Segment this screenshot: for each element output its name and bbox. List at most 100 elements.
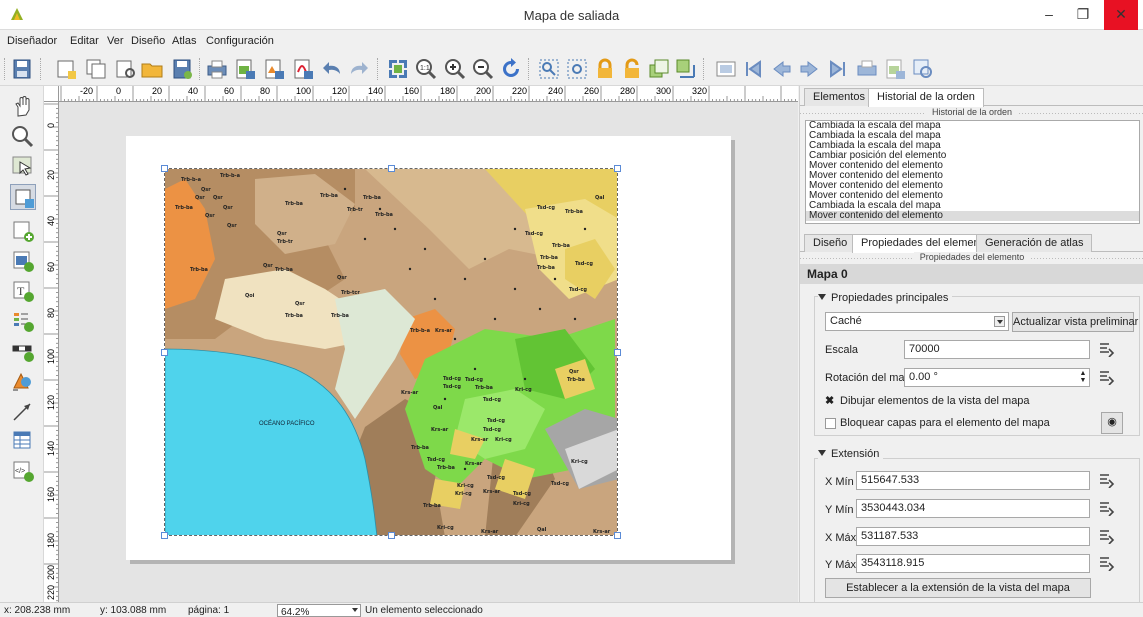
unlock-icon[interactable] <box>620 57 644 81</box>
eye-icon[interactable]: ◉ <box>1101 412 1123 434</box>
ymax-input[interactable]: 3543118.915 <box>856 554 1090 573</box>
data-defined-icon[interactable] <box>1097 500 1115 516</box>
composer-canvas[interactable]: Trb-b-a Trb-b-a Qsr Qsr Qsr Qsr Trb-ba Q… <box>59 102 798 602</box>
resize-handle[interactable] <box>388 532 395 539</box>
add-table-icon[interactable] <box>10 428 36 454</box>
undo-icon[interactable] <box>320 57 344 81</box>
extent-title[interactable]: Extensión <box>818 448 884 460</box>
ungroup-items-icon[interactable] <box>565 57 589 81</box>
zoom-out-icon[interactable] <box>471 57 495 81</box>
prev-feature-icon[interactable] <box>770 57 794 81</box>
resize-handle[interactable] <box>614 165 621 172</box>
export-pdf-icon[interactable] <box>291 57 315 81</box>
rotation-input[interactable]: 0.00 ° <box>904 368 1090 387</box>
add-map-icon[interactable] <box>10 218 36 244</box>
data-defined-icon[interactable] <box>1097 528 1115 544</box>
tab-historial[interactable]: Historial de la orden <box>868 88 984 107</box>
list-item-selected[interactable]: Mover contenido del elemento <box>806 211 1139 221</box>
zoom-dropdown[interactable]: 64.2% <box>277 604 361 617</box>
pan-hand-icon[interactable] <box>10 94 36 120</box>
resize-handle[interactable] <box>161 349 168 356</box>
xmin-label: X Mín <box>825 476 854 488</box>
resize-handle[interactable] <box>161 532 168 539</box>
zoom-in-icon[interactable] <box>443 57 467 81</box>
select-move-icon[interactable] <box>10 154 36 180</box>
resize-handle[interactable] <box>161 165 168 172</box>
menu-ver[interactable]: Ver <box>107 35 124 47</box>
open-folder-icon[interactable] <box>140 57 164 81</box>
add-image-icon[interactable] <box>10 248 36 274</box>
menu-configuracion[interactable]: Configuración <box>206 35 274 47</box>
align-items-icon[interactable] <box>674 57 698 81</box>
maximize-button[interactable]: ❐ <box>1066 0 1100 30</box>
map-unit-label: Krs-ar <box>593 529 611 535</box>
data-defined-icon[interactable] <box>1097 472 1115 488</box>
zoom-full-icon[interactable] <box>386 57 410 81</box>
new-composer-icon[interactable] <box>54 57 78 81</box>
add-arrow-icon[interactable] <box>10 398 36 424</box>
first-feature-icon[interactable] <box>741 57 765 81</box>
xmax-input[interactable]: 531187.533 <box>856 527 1090 546</box>
zoom-100-icon[interactable]: 1:1 <box>414 57 438 81</box>
close-button[interactable]: ✕ <box>1104 0 1138 30</box>
xmin-input[interactable]: 515647.533 <box>856 471 1090 490</box>
composer-manager-icon[interactable] <box>113 57 137 81</box>
ymin-label: Y Mín <box>825 504 854 516</box>
ymin-input[interactable]: 3530443.034 <box>856 499 1090 518</box>
refresh-icon[interactable] <box>499 57 523 81</box>
lock-icon[interactable] <box>593 57 617 81</box>
add-shape-icon[interactable] <box>10 368 36 394</box>
duplicate-composer-icon[interactable] <box>84 57 108 81</box>
scale-label: Escala <box>825 344 859 356</box>
add-legend-icon[interactable] <box>10 308 36 334</box>
map-item[interactable]: Trb-b-a Trb-b-a Qsr Qsr Qsr Qsr Trb-ba Q… <box>164 168 618 536</box>
menu-diseno[interactable]: Diseño <box>131 35 165 47</box>
minimize-button[interactable]: – <box>1032 0 1066 30</box>
add-html-icon[interactable]: </> <box>10 458 36 484</box>
scale-input[interactable]: 70000 <box>904 340 1090 359</box>
save-template-icon[interactable] <box>170 57 194 81</box>
print-icon[interactable] <box>205 57 229 81</box>
save-icon[interactable] <box>10 57 34 81</box>
print-atlas-icon[interactable] <box>855 57 879 81</box>
add-label-icon[interactable]: T <box>10 278 36 304</box>
last-feature-icon[interactable] <box>826 57 850 81</box>
data-defined-icon[interactable] <box>1097 341 1115 357</box>
map-unit-label: Kri-cg <box>437 525 454 531</box>
lock-layers-checkbox[interactable] <box>825 418 836 429</box>
redo-icon[interactable] <box>347 57 371 81</box>
layout-page[interactable]: Trb-b-a Trb-b-a Qsr Qsr Qsr Qsr Trb-ba Q… <box>126 136 731 560</box>
data-defined-icon[interactable] <box>1097 369 1115 385</box>
tab-elementos[interactable]: Elementos <box>804 88 874 106</box>
menu-atlas[interactable]: Atlas <box>172 35 196 47</box>
set-extent-button[interactable]: Establecer a la extensión de la vista de… <box>825 578 1091 598</box>
refresh-preview-button[interactable]: Actualizar vista preliminar <box>1012 312 1138 332</box>
atlas-settings-icon[interactable] <box>911 57 935 81</box>
resize-handle[interactable] <box>388 165 395 172</box>
main-properties-title[interactable]: Propiedades principales <box>818 292 953 304</box>
raise-item-icon[interactable] <box>647 57 671 81</box>
draw-items-checkbox[interactable]: ✖ <box>825 394 834 407</box>
spinner-arrows-icon[interactable]: ▲ ▼ <box>1078 370 1088 385</box>
cache-dropdown[interactable]: Caché <box>825 312 1009 331</box>
export-image-icon[interactable] <box>233 57 257 81</box>
map-unit-label: Trb-ba <box>175 205 193 211</box>
next-feature-icon[interactable] <box>797 57 821 81</box>
export-atlas-icon[interactable] <box>883 57 907 81</box>
menu-disenador[interactable]: Diseñador <box>7 35 57 47</box>
zoom-tool-icon[interactable] <box>10 124 36 150</box>
move-content-icon[interactable] <box>10 184 36 210</box>
add-scalebar-icon[interactable] <box>10 338 36 364</box>
export-svg-icon[interactable] <box>262 57 286 81</box>
resize-handle[interactable] <box>614 532 621 539</box>
history-list[interactable]: Cambiada la escala del mapa Cambiada la … <box>805 120 1140 224</box>
tab-generacion-atlas[interactable]: Generación de atlas <box>976 234 1093 252</box>
resize-handle[interactable] <box>614 349 621 356</box>
ruler-label: 40 <box>188 86 198 96</box>
group-items-icon[interactable] <box>537 57 561 81</box>
tab-diseno[interactable]: Diseño <box>804 234 857 252</box>
atlas-preview-icon[interactable] <box>714 57 738 81</box>
map-unit-label: Krs-ar <box>431 427 449 433</box>
data-defined-icon[interactable] <box>1097 555 1115 571</box>
menu-editar[interactable]: Editar <box>70 35 99 47</box>
